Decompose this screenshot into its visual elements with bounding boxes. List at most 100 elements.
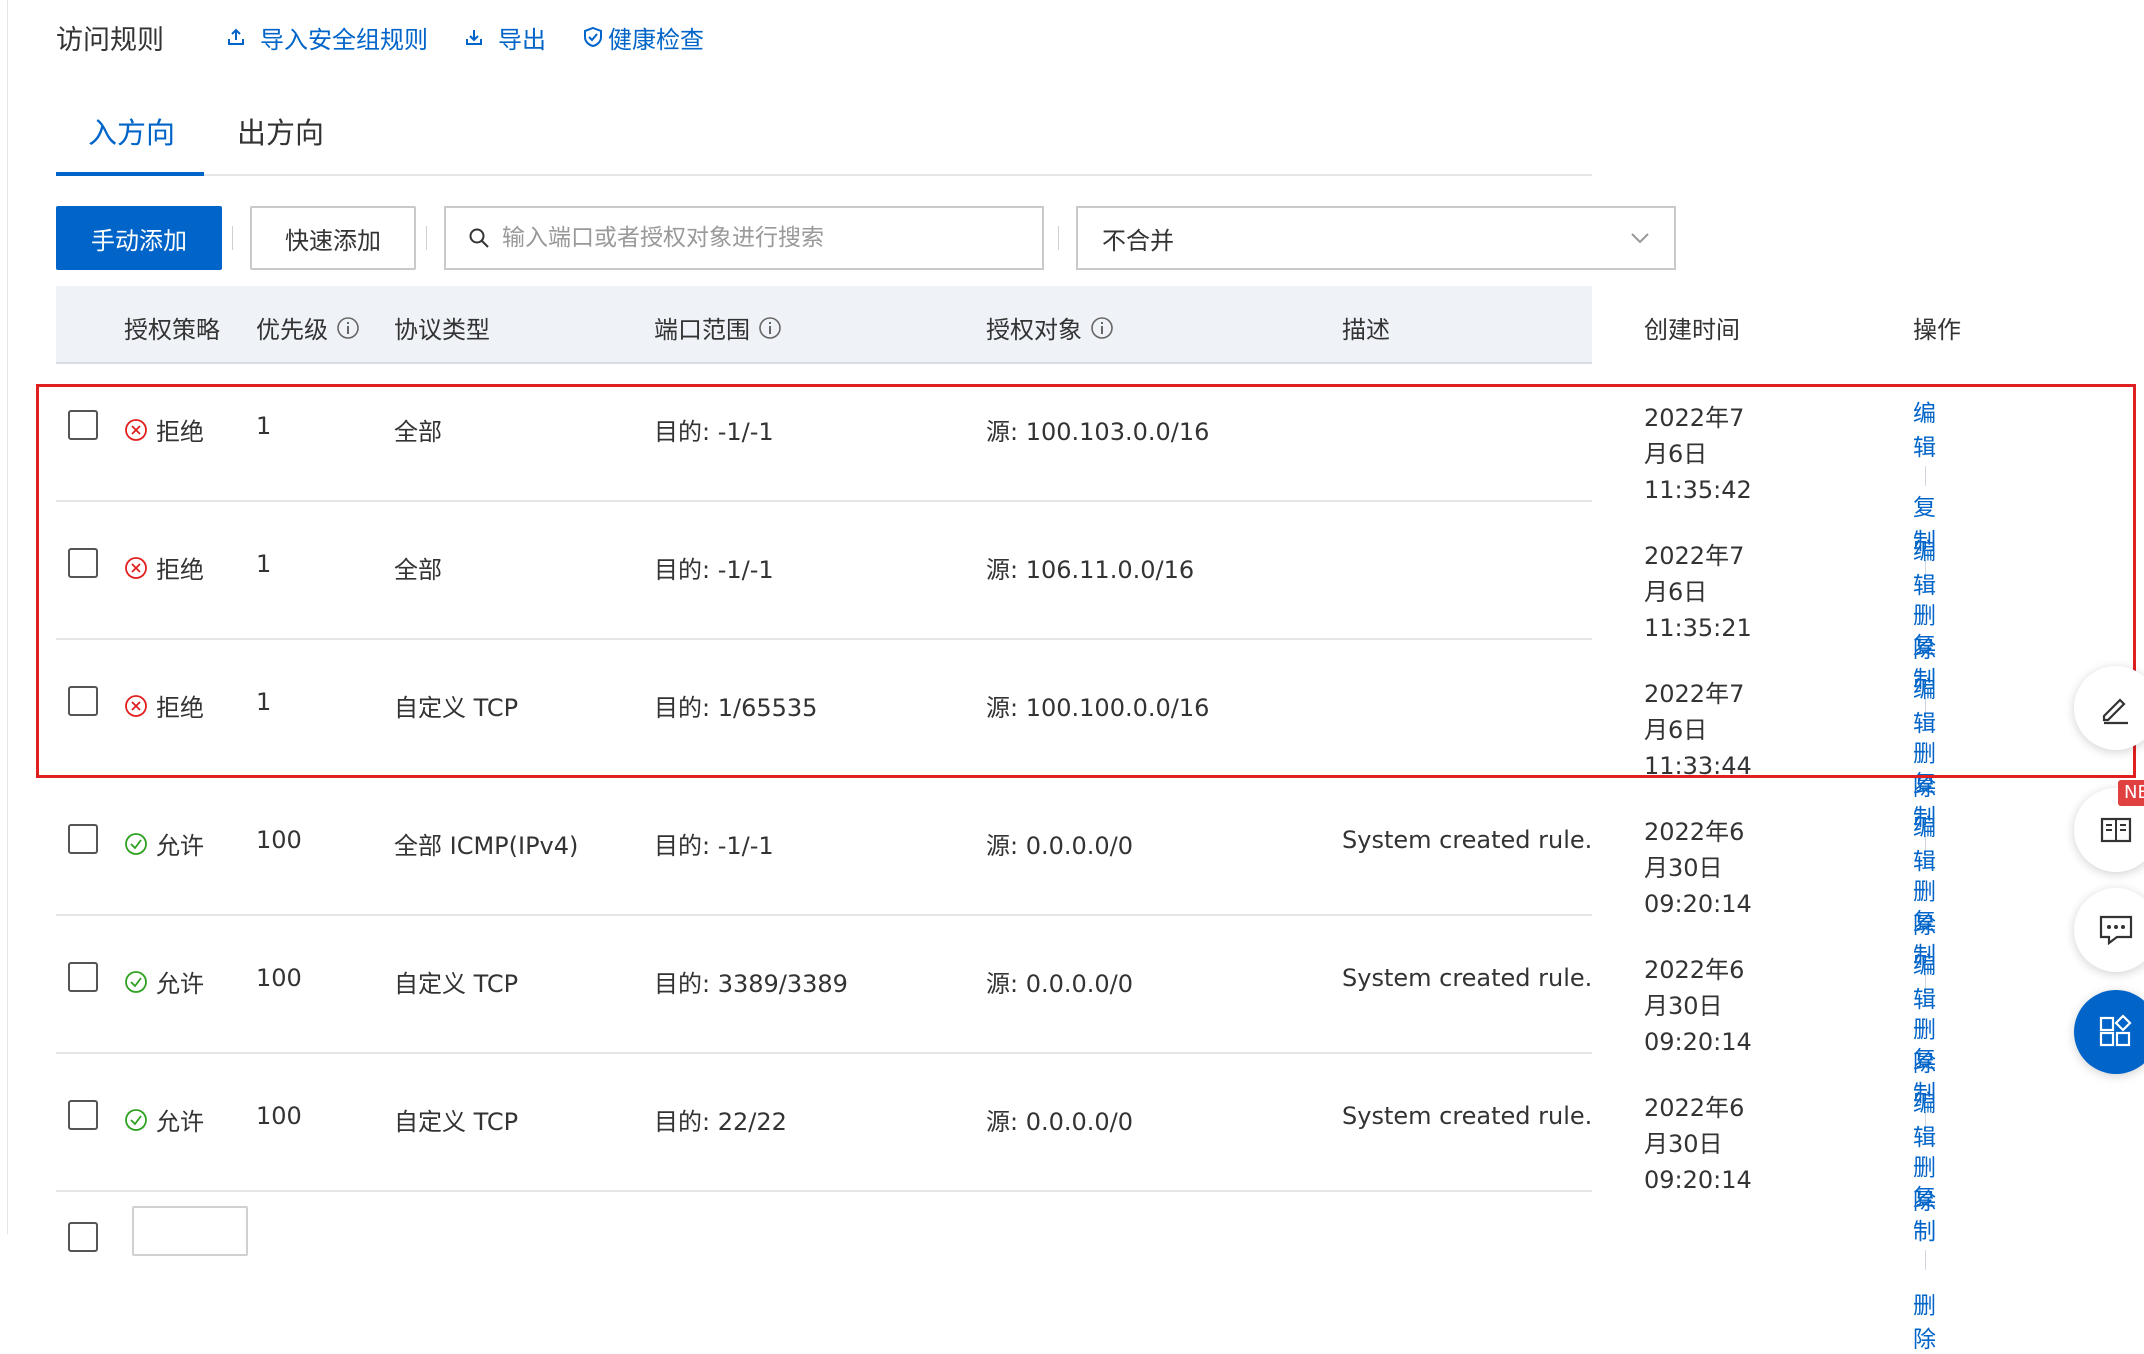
edit-link[interactable]: 编辑 xyxy=(1913,677,1936,737)
table-row: 允许 100 全部 ICMP(IPv4) 目的: -1/-1 源: 0.0.0.0/0 S… xyxy=(56,778,1936,1077)
deny-circle-x-icon xyxy=(125,418,147,441)
chevron-down-icon xyxy=(1631,233,1649,244)
created-time-cell: 2022年6月30日 09:20:14 xyxy=(1644,814,1752,922)
target-cell: 源: 0.0.0.0/0 xyxy=(986,970,1134,998)
apps-button[interactable] xyxy=(2074,990,2144,1074)
created-time-cell: 2022年6月30日 09:20:14 xyxy=(1644,1090,1752,1198)
policy-label: 拒绝 xyxy=(156,694,204,722)
page-header: 访问规则 导入安全组规则 导出 健康检查 xyxy=(56,14,740,60)
feedback-edit-button[interactable] xyxy=(2074,666,2144,750)
created-date: 2022年7月6日 xyxy=(1644,680,1745,744)
pencil-icon xyxy=(2102,698,2128,725)
created-clock: 09:20:14 xyxy=(1644,890,1752,918)
policy-cell: 拒绝 xyxy=(124,688,204,723)
row-checkbox[interactable] xyxy=(68,548,98,578)
tab-outbound[interactable]: 出方向 xyxy=(237,110,324,152)
allow-circle-check-icon xyxy=(125,832,147,855)
manual-add-button[interactable]: 手动添加 xyxy=(56,206,222,270)
target-cell: 源: 106.11.0.0/16 xyxy=(986,556,1195,584)
protocol-cell: 自定义 TCP xyxy=(394,1108,519,1136)
policy-cell: 允许 xyxy=(124,964,204,999)
policy-label: 允许 xyxy=(156,970,204,998)
search-icon xyxy=(469,228,489,248)
port-range-cell: 目的: -1/-1 xyxy=(654,832,774,860)
edit-link[interactable]: 编辑 xyxy=(1913,539,1936,599)
target-cell: 源: 100.100.0.0/16 xyxy=(986,694,1210,722)
policy-cell: 允许 xyxy=(124,826,204,861)
allow-circle-check-icon xyxy=(125,970,147,993)
toolbar-divider xyxy=(1058,226,1059,250)
policy-label: 允许 xyxy=(156,1108,204,1136)
port-range-cell: 目的: -1/-1 xyxy=(654,418,774,446)
page-left-border xyxy=(7,0,8,1234)
target-cell: 源: 0.0.0.0/0 xyxy=(986,832,1134,860)
row-checkbox[interactable] xyxy=(68,410,98,440)
info-icon[interactable] xyxy=(1090,316,1114,340)
priority-cell: 1 xyxy=(256,550,272,578)
column-header-description: 描述 xyxy=(1342,316,1390,344)
table-row: 允许 100 自定义 TCP 目的: 22/22 源: 0.0.0.0/0 System … xyxy=(56,1054,1936,1353)
batch-delete-button[interactable] xyxy=(132,1206,248,1256)
action-divider xyxy=(1925,879,1926,900)
merge-select-value: 不合并 xyxy=(1102,226,1174,255)
deny-circle-x-icon xyxy=(125,556,147,579)
target-cell: 源: 100.103.0.0/16 xyxy=(986,418,1210,446)
new-badge: NE xyxy=(2118,780,2144,806)
chat-button[interactable] xyxy=(2074,888,2144,972)
created-date: 2022年7月6日 xyxy=(1644,404,1745,468)
chat-icon xyxy=(2099,915,2133,946)
column-header-port: 端口范围 xyxy=(654,310,782,345)
export-link[interactable]: 导出 xyxy=(464,20,546,55)
created-time-cell: 2022年7月6日 11:35:42 xyxy=(1644,400,1752,508)
target-cell: 源: 0.0.0.0/0 xyxy=(986,1108,1134,1136)
deny-circle-x-icon xyxy=(125,694,147,717)
description-cell: System created rule. xyxy=(1342,826,1593,854)
edit-link[interactable]: 编辑 xyxy=(1913,401,1936,461)
upload-icon xyxy=(228,28,244,45)
health-check-link[interactable]: 健康检查 xyxy=(582,20,704,55)
search-input[interactable] xyxy=(500,224,1024,252)
edit-link[interactable]: 编辑 xyxy=(1913,953,1936,1013)
action-divider xyxy=(1925,741,1926,762)
column-header-priority: 优先级 xyxy=(256,310,360,345)
active-tab-indicator xyxy=(56,172,204,176)
column-header-protocol: 协议类型 xyxy=(394,316,490,344)
priority-cell: 100 xyxy=(256,826,302,854)
created-date: 2022年6月30日 xyxy=(1644,818,1745,882)
info-icon[interactable] xyxy=(336,316,360,340)
import-rules-label: 导入安全组规则 xyxy=(260,25,428,54)
info-icon[interactable] xyxy=(758,316,782,340)
page-title: 访问规则 xyxy=(56,24,164,56)
table-row: 拒绝 1 自定义 TCP 目的: 1/65535 源: 100.100.0.0/16 20… xyxy=(56,640,1936,939)
row-checkbox[interactable] xyxy=(68,1100,98,1130)
health-check-label: 健康检查 xyxy=(608,25,704,54)
direction-tabs: 入方向 出方向 xyxy=(56,96,1592,176)
row-checkbox[interactable] xyxy=(68,962,98,992)
created-date: 2022年6月30日 xyxy=(1644,956,1745,1020)
action-divider xyxy=(1925,465,1926,486)
action-divider xyxy=(1925,1017,1926,1038)
row-checkbox[interactable] xyxy=(68,686,98,716)
created-time-cell: 2022年7月6日 11:35:21 xyxy=(1644,538,1752,646)
merge-select[interactable]: 不合并 xyxy=(1076,206,1676,270)
created-date: 2022年7月6日 xyxy=(1644,542,1745,606)
priority-cell: 1 xyxy=(256,688,272,716)
quick-add-button[interactable]: 快速添加 xyxy=(250,206,416,270)
protocol-cell: 全部 xyxy=(394,418,442,446)
priority-cell: 100 xyxy=(256,964,302,992)
created-time-cell: 2022年6月30日 09:20:14 xyxy=(1644,952,1752,1060)
toolbar-divider xyxy=(232,226,233,250)
row-checkbox[interactable] xyxy=(68,824,98,854)
edit-link[interactable]: 编辑 xyxy=(1913,815,1936,875)
edit-link[interactable]: 编辑 xyxy=(1913,1091,1936,1151)
policy-label: 允许 xyxy=(156,832,204,860)
select-all-checkbox[interactable] xyxy=(68,1222,98,1252)
column-header-created: 创建时间 xyxy=(1644,316,1740,344)
import-rules-link[interactable]: 导入安全组规则 xyxy=(226,20,428,55)
column-header-target: 授权对象 xyxy=(986,310,1114,345)
delete-link[interactable]: 删除 xyxy=(1913,1293,1936,1353)
protocol-cell: 全部 xyxy=(394,556,442,584)
tab-inbound[interactable]: 入方向 xyxy=(88,110,175,152)
copy-link[interactable]: 复制 xyxy=(1913,1185,1936,1245)
action-divider xyxy=(1925,1249,1926,1270)
